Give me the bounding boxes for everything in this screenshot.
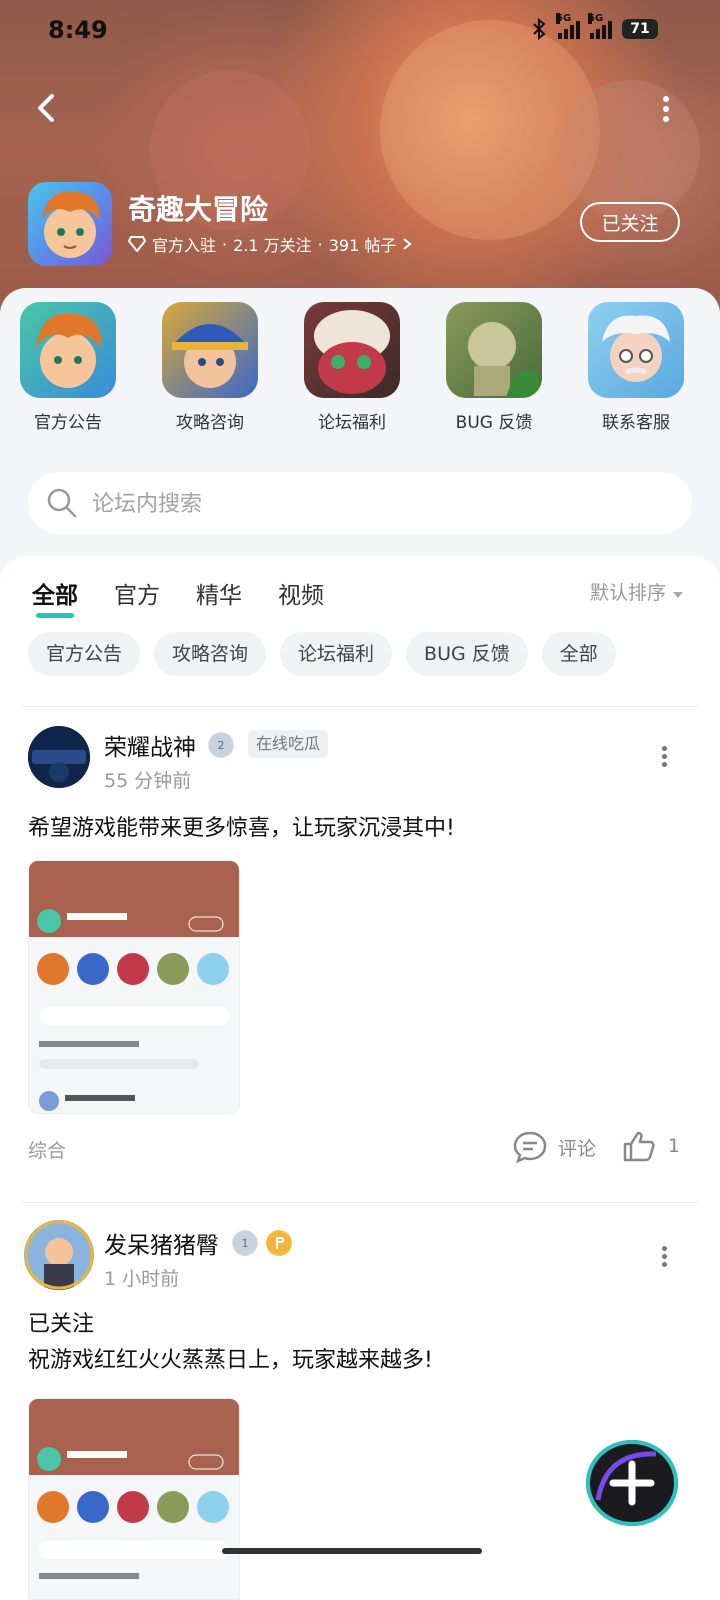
- post-time: 55 分钟前: [104, 770, 192, 792]
- followers-count: 2.1 万关注: [233, 236, 312, 255]
- category-row: 官方公告 攻略咨询 论坛福利 BUG 反馈 联系客服: [0, 302, 720, 442]
- category-label: 论坛福利: [318, 413, 386, 433]
- more-vertical-icon[interactable]: [660, 96, 672, 126]
- category-customer-service[interactable]: 联系客服: [576, 302, 696, 433]
- post-text: 希望游戏能带来更多惊喜，让玩家沉浸其中!: [28, 816, 455, 841]
- sort-dropdown[interactable]: 默认排序: [590, 578, 684, 605]
- dino-skull-avatar-icon: [304, 302, 400, 398]
- official-label: 官方入驻: [152, 236, 217, 255]
- post-category[interactable]: 综合: [28, 1136, 66, 1163]
- posts-count[interactable]: 391 帖子: [329, 232, 397, 256]
- pirate-girl-avatar-icon: [162, 302, 258, 398]
- post-card[interactable]: 荣耀战神 2 在线吃瓜 55 分钟前 希望游戏能带来更多惊喜，让玩家沉浸其中!: [0, 726, 720, 1164]
- category-bug-report[interactable]: BUG 反馈: [434, 302, 554, 433]
- back-arrow-icon[interactable]: [30, 90, 66, 126]
- bluetooth-icon: [533, 18, 546, 40]
- filter-tabs: 全部 官方 精华 视频: [32, 576, 324, 618]
- post-time: 1 小时前: [104, 1268, 180, 1290]
- category-strategy[interactable]: 攻略咨询: [150, 302, 270, 433]
- diamond-icon: [128, 236, 146, 252]
- post-more-icon[interactable]: [660, 746, 668, 770]
- meta-separator: ·: [222, 234, 228, 254]
- tab-official[interactable]: 官方: [114, 576, 160, 610]
- comment-icon: [513, 1131, 547, 1164]
- network-type-1: 5G: [556, 13, 572, 24]
- level-badge-icon: 2: [208, 732, 234, 758]
- category-chips: 官方公告 攻略咨询 论坛福利 BUG 反馈 全部: [28, 632, 616, 676]
- category-official-notice[interactable]: 官方公告: [8, 302, 128, 433]
- chip-bug-report[interactable]: BUG 反馈: [406, 632, 528, 676]
- post-text-line-2: 祝游戏红红火火蒸蒸日上，玩家越来越多!: [28, 1348, 433, 1373]
- post-image-thumbnail[interactable]: [28, 1398, 240, 1600]
- search-bar[interactable]: [28, 472, 692, 536]
- post-text-line-1: 已关注: [28, 1312, 95, 1337]
- battery-icon: 71: [622, 19, 658, 39]
- professor-avatar-icon: [588, 302, 684, 398]
- tab-all[interactable]: 全部: [32, 576, 78, 618]
- search-icon: [47, 488, 77, 518]
- status-bar: 8:49 5G 5G 71: [0, 0, 720, 60]
- signal-icon: 5G: [556, 13, 580, 39]
- thumbs-up-icon: [623, 1131, 655, 1162]
- author-name[interactable]: 发呆猪猪臀: [104, 1226, 219, 1260]
- plus-icon: [595, 1451, 657, 1506]
- divider: [22, 1202, 698, 1203]
- level-badge-icon: 1: [232, 1230, 258, 1256]
- sort-label: 默认排序: [589, 582, 666, 604]
- chip-strategy[interactable]: 攻略咨询: [154, 632, 267, 676]
- comment-button[interactable]: 评论: [512, 1130, 596, 1164]
- chip-official-notice[interactable]: 官方公告: [28, 632, 141, 676]
- category-label: BUG 反馈: [455, 413, 533, 433]
- meta-separator: ·: [317, 234, 323, 254]
- category-welfare[interactable]: 论坛福利: [292, 302, 412, 433]
- hero-boy-icon: [42, 191, 100, 258]
- avatar[interactable]: [28, 726, 90, 788]
- author-name[interactable]: 荣耀战神: [104, 728, 196, 762]
- post-card[interactable]: 发呆猪猪臀 1 1 小时前 已关注 祝游戏红红火火蒸蒸日上，玩家越来越多!: [0, 1220, 720, 1600]
- post-footer: 综合 评论 1: [28, 1130, 692, 1170]
- category-label: 攻略咨询: [176, 413, 244, 433]
- level-badge-number: 2: [218, 739, 225, 752]
- user-title-badge: 在线吃瓜: [248, 730, 329, 758]
- signal-icon-2: 5G: [588, 13, 612, 39]
- tab-featured[interactable]: 精华: [196, 576, 242, 610]
- create-post-button[interactable]: [586, 1440, 678, 1526]
- network-type-2: 5G: [588, 13, 604, 24]
- like-count: 1: [667, 1135, 680, 1157]
- forum-sheet: 官方公告 攻略咨询 论坛福利 BUG 反馈 联系客服 论坛内搜索 全部 官方 精…: [0, 288, 720, 1600]
- game-title: 奇趣大冒险: [128, 193, 269, 226]
- chip-all[interactable]: 全部: [541, 632, 616, 676]
- like-button[interactable]: 1: [622, 1130, 680, 1162]
- category-label: 联系客服: [602, 413, 670, 433]
- game-avatar[interactable]: [28, 182, 112, 266]
- comment-label: 评论: [557, 1137, 596, 1160]
- status-time: 8:49: [48, 16, 108, 44]
- avatar[interactable]: [24, 1220, 94, 1290]
- follow-button[interactable]: 已关注: [580, 202, 680, 242]
- category-label: 官方公告: [34, 413, 102, 433]
- home-indicator[interactable]: [222, 1548, 482, 1554]
- caret-down-icon: [673, 592, 683, 598]
- post-more-icon[interactable]: [660, 1246, 668, 1270]
- game-meta: 官方入驻 · 2.1 万关注 · 391 帖子: [128, 232, 412, 256]
- forum-header: 8:49 5G 5G 71 奇趣大冒险 官方入驻 · 2.1 万关注 · 391…: [0, 0, 720, 320]
- tab-video[interactable]: 视频: [278, 576, 324, 610]
- chip-welfare[interactable]: 论坛福利: [280, 632, 393, 676]
- goblin-avatar-icon: [446, 302, 542, 398]
- divider: [22, 706, 698, 707]
- creator-badge-icon: [266, 1230, 292, 1256]
- search-input[interactable]: [90, 472, 654, 536]
- game-info: 奇趣大冒险 官方入驻 · 2.1 万关注 · 391 帖子 已关注: [28, 182, 692, 268]
- post-image-thumbnail[interactable]: [28, 860, 240, 1114]
- hero-boy-avatar-icon: [20, 302, 116, 398]
- level-badge-number: 1: [242, 1237, 249, 1250]
- chevron-right-icon[interactable]: [402, 237, 412, 251]
